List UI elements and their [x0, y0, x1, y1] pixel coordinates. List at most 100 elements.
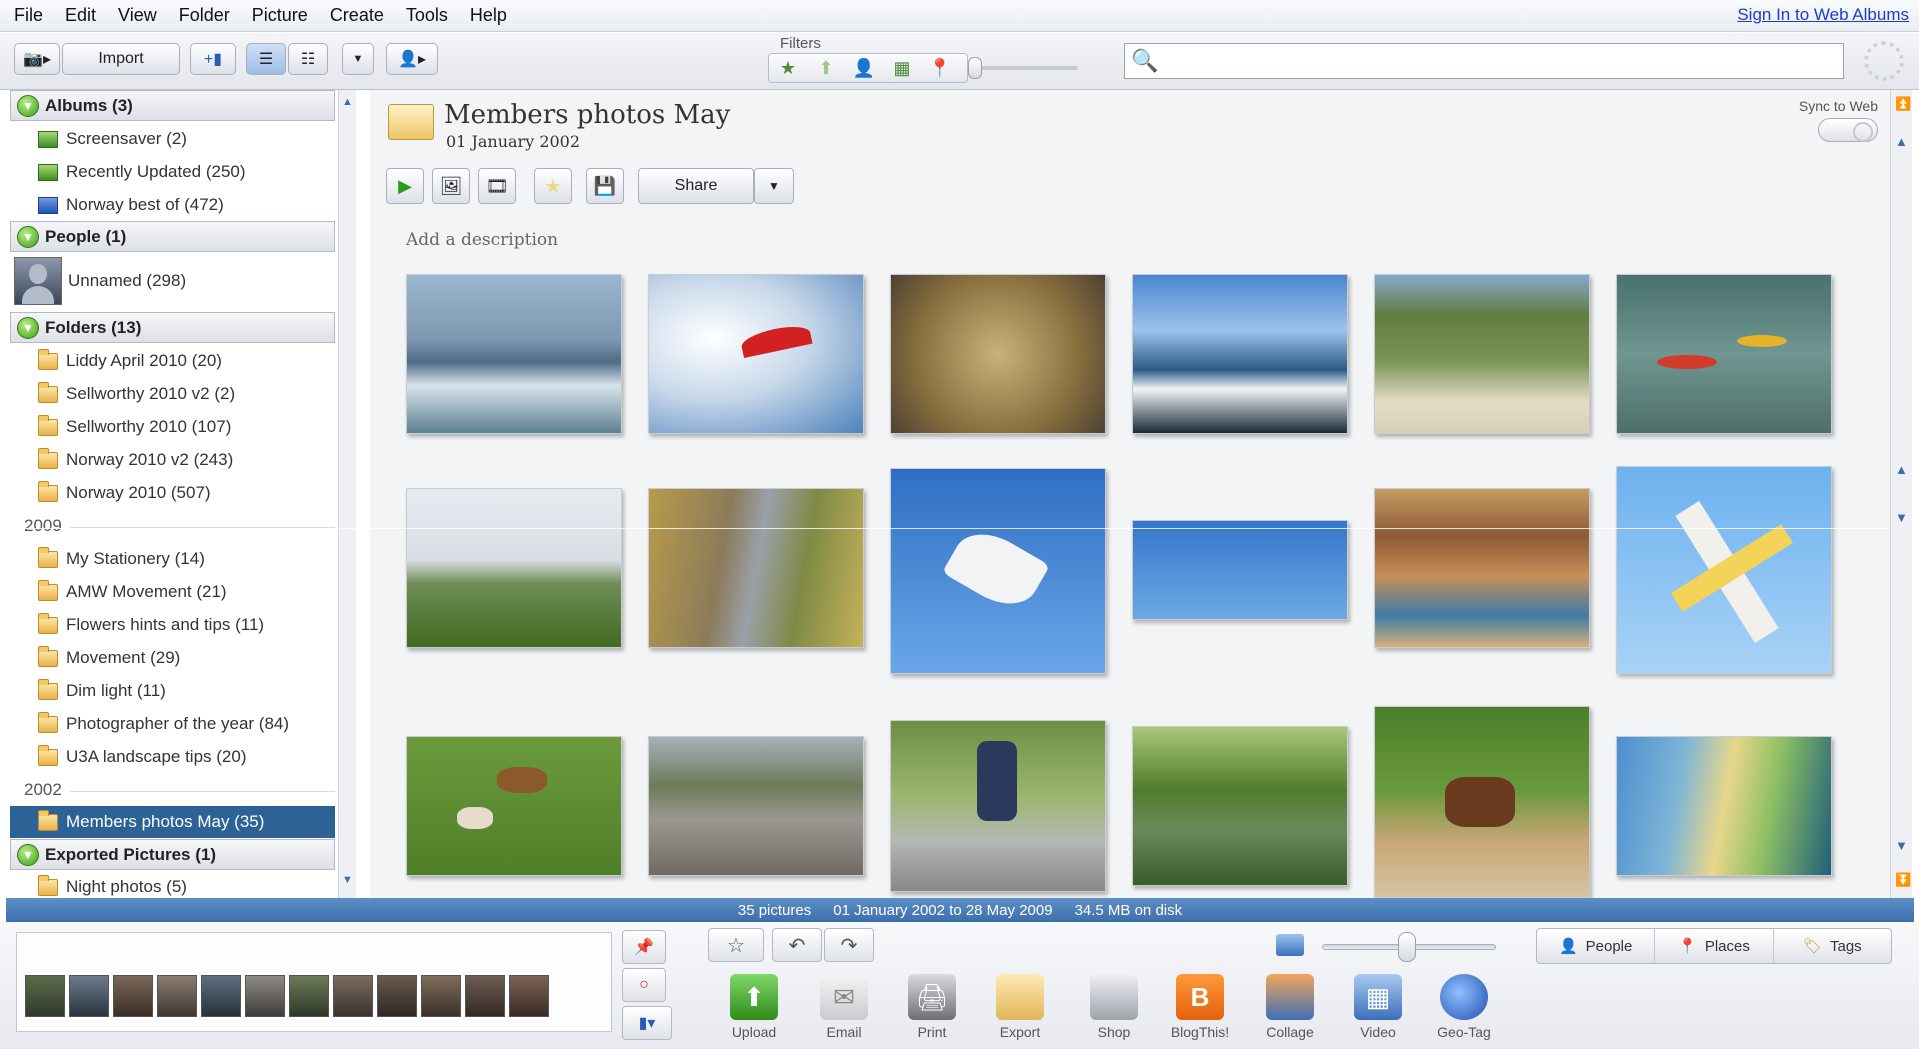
menu-tools[interactable]: Tools [395, 5, 459, 26]
geotag-button[interactable]: Geo-Tag [1424, 974, 1504, 1040]
video-filter-icon[interactable]: ▦ [883, 58, 921, 79]
folder-item[interactable]: My Stationery (14) [10, 544, 335, 574]
album-item-recently-updated[interactable]: Recently Updated (250) [10, 157, 335, 187]
folder-item[interactable]: Dim light (11) [10, 676, 335, 706]
tray-thumbnail[interactable] [289, 975, 329, 1017]
blogthis-button[interactable]: B BlogThis! [1160, 974, 1240, 1040]
share-dropdown[interactable]: ▼ [754, 168, 794, 204]
filter-date-slider[interactable] [968, 57, 982, 79]
email-button[interactable]: ✉ Email [804, 974, 884, 1040]
scroll-up-icon[interactable]: ▲ [342, 96, 353, 108]
menu-help[interactable]: Help [459, 5, 518, 26]
menu-create[interactable]: Create [319, 5, 395, 26]
gift-cd-button[interactable]: 🖼 [432, 168, 470, 204]
hold-button[interactable]: 📌 [622, 930, 666, 964]
star-filter-icon[interactable]: ★ [769, 58, 807, 79]
upload-filter-icon[interactable]: ⬆ [807, 58, 845, 79]
save-button[interactable]: 💾 [586, 168, 624, 204]
folder-item[interactable]: Flowers hints and tips (11) [10, 610, 335, 640]
upload-button[interactable]: ⬆ Upload [714, 974, 794, 1040]
scroll-bottom-icon[interactable]: ⏬ [1895, 872, 1911, 888]
tray-thumbnail[interactable] [245, 975, 285, 1017]
tray-thumbnail[interactable] [157, 975, 197, 1017]
scroll-down-icon[interactable]: ▼ [1895, 838, 1908, 853]
scroll-down-icon[interactable]: ▼ [342, 874, 353, 886]
folder-item[interactable]: Norway 2010 (507) [10, 478, 335, 508]
folders-section-header[interactable]: ▼ Folders (13) [10, 312, 335, 343]
tray-thumbnail[interactable] [113, 975, 153, 1017]
photo-horse-rider[interactable] [1374, 706, 1590, 898]
clear-tray-button[interactable]: ○ [622, 968, 666, 1002]
folder-item[interactable]: Night photos (5) [10, 872, 335, 898]
people-filter-icon[interactable]: 👤 [845, 58, 883, 79]
add-to-album-dropdown[interactable]: ▮▾ [622, 1006, 672, 1040]
photo-wave-sunset[interactable] [1616, 736, 1832, 876]
tray-thumbnail[interactable] [69, 975, 109, 1017]
photo-car-motion[interactable] [648, 488, 864, 648]
photo-ducks-in-water[interactable] [890, 274, 1106, 434]
tab-tags[interactable]: 🏷 Tags [1774, 929, 1891, 963]
star-album-button[interactable]: ★ [534, 168, 572, 204]
geo-filter-icon[interactable]: 📍 [921, 58, 959, 79]
tree-view-button[interactable]: ☷ [288, 43, 328, 75]
menu-folder[interactable]: Folder [168, 5, 241, 26]
album-item-screensaver[interactable]: Screensaver (2) [10, 124, 335, 154]
search-input[interactable]: 🔍 [1124, 43, 1844, 79]
photo-sea-waves[interactable] [1132, 274, 1348, 434]
album-date[interactable]: 01 January 2002 [446, 132, 580, 151]
photo-dogs-running[interactable] [406, 736, 622, 876]
photo-boy-cycling[interactable] [890, 720, 1106, 892]
collapse-icon[interactable]: ▼ [17, 94, 39, 117]
folder-item[interactable]: AMW Movement (21) [10, 577, 335, 607]
folder-item-selected[interactable]: Members photos May (35) [10, 806, 335, 838]
photo-motorbike[interactable] [648, 736, 864, 876]
folder-item[interactable]: Sellworthy 2010 (107) [10, 412, 335, 442]
tray-thumbnail[interactable] [377, 975, 417, 1017]
library-scrollbar[interactable]: ▲ ▼ [338, 90, 356, 898]
tab-people[interactable]: 👤 People [1537, 929, 1656, 963]
rotate-right-button[interactable]: ↷ [824, 928, 874, 962]
tray-thumbnail[interactable] [333, 975, 373, 1017]
photo-seagull[interactable] [890, 468, 1106, 674]
people-section-header[interactable]: ▼ People (1) [10, 221, 335, 252]
export-button[interactable]: Export [980, 974, 1060, 1040]
photo-birds-over-field[interactable] [406, 488, 622, 648]
scroll-top-icon[interactable]: ⏫ [1895, 96, 1911, 112]
movie-button[interactable]: 🎞 [478, 168, 516, 204]
exported-section-header[interactable]: ▼ Exported Pictures (1) [10, 839, 335, 870]
photo-carousel[interactable] [1374, 488, 1590, 648]
photo-river-with-trees[interactable] [1132, 726, 1348, 886]
collapse-icon[interactable]: ▼ [17, 843, 39, 866]
sign-in-link[interactable]: Sign In to Web Albums [1737, 5, 1909, 25]
scroll-up-icon[interactable]: ▲ [1895, 134, 1908, 149]
add-to-album-button[interactable]: +▮ [190, 43, 236, 75]
person-item-unnamed[interactable]: Unnamed (298) [10, 254, 335, 308]
tray-thumbnail[interactable] [421, 975, 461, 1017]
photo-two-seagulls[interactable] [1132, 520, 1348, 620]
menu-edit[interactable]: Edit [54, 5, 107, 26]
page-up-icon[interactable]: ▲ [1895, 462, 1908, 477]
folder-item[interactable]: Photographer of the year (84) [10, 709, 335, 739]
rotate-left-button[interactable]: ↶ [772, 928, 822, 962]
tray-thumbnail[interactable] [25, 975, 65, 1017]
photo-red-plane[interactable] [1616, 466, 1832, 674]
share-button[interactable]: Share [638, 168, 754, 204]
star-button[interactable]: ☆ [708, 928, 764, 962]
menu-picture[interactable]: Picture [241, 5, 319, 26]
shop-button[interactable]: Shop [1074, 974, 1154, 1040]
folder-item[interactable]: Liddy April 2010 (20) [10, 346, 335, 376]
album-description[interactable]: Add a description [406, 230, 558, 250]
print-button[interactable]: 🖨 Print [892, 974, 972, 1040]
folder-item[interactable]: Norway 2010 v2 (243) [10, 445, 335, 475]
albums-section-header[interactable]: ▼ Albums (3) [10, 90, 335, 121]
sync-toggle[interactable] [1818, 118, 1878, 142]
folder-item[interactable]: U3A landscape tips (20) [10, 742, 335, 772]
slideshow-button[interactable]: ▶ [386, 168, 424, 204]
page-down-icon[interactable]: ▼ [1895, 510, 1908, 525]
view-options-dropdown[interactable]: ▼ [342, 43, 374, 75]
tray-thumbnail[interactable] [465, 975, 505, 1017]
list-view-button[interactable]: ☰ [246, 43, 286, 75]
folder-item[interactable]: Movement (29) [10, 643, 335, 673]
collapse-icon[interactable]: ▼ [17, 316, 39, 339]
menu-view[interactable]: View [107, 5, 168, 26]
